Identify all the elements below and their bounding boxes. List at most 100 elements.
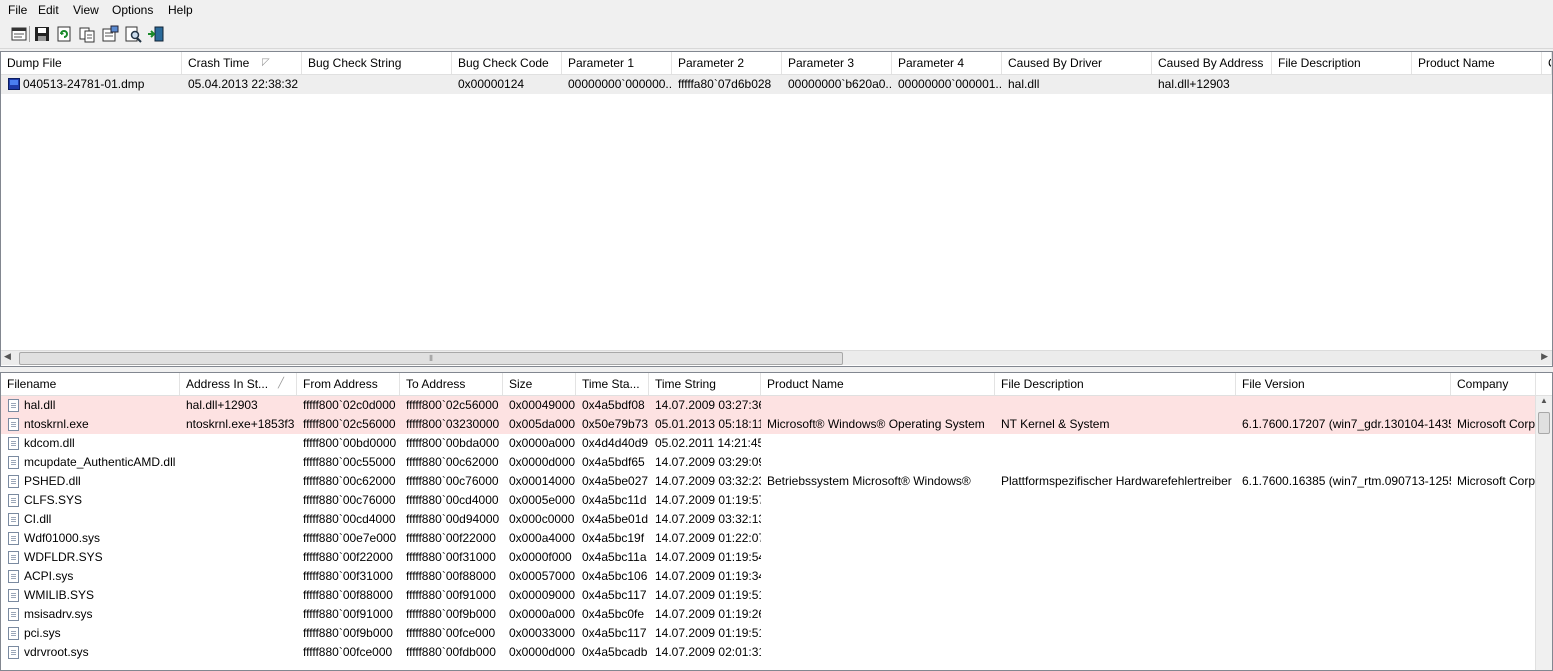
cell-filename: Wdf01000.sys [24,531,101,545]
table-row[interactable]: ntoskrnl.exe ntoskrnl.exe+1853f3 fffff800`… [1,415,1536,434]
vertical-scrollbar[interactable]: ▲ [1535,396,1552,670]
cell-company [1451,567,1536,586]
cell-size: 0x0000f000 [509,550,572,564]
col-company[interactable]: Company [1451,373,1536,395]
exit-icon[interactable] [147,25,165,43]
cell-filename: kdcom.dll [24,436,75,450]
col-bug-check-string[interactable]: Bug Check String [302,52,452,74]
cell-file-description [995,624,1236,643]
col-from-address[interactable]: From Address [297,373,400,395]
cell-time-string: 14.07.2009 01:19:57 [655,493,761,507]
table-row[interactable]: CLFS.SYS fffff880`00c76000 fffff880`00cd40… [1,491,1536,510]
cell-address-in-stack [180,434,297,453]
cell-product-name [761,548,995,567]
cell-filename: hal.dll [24,398,56,412]
cell-company: Microsoft Corp [1457,474,1536,488]
col-parameter-4[interactable]: Parameter 4 [892,52,1002,74]
col-parameter-2[interactable]: Parameter 2 [672,52,782,74]
cell-product-name [761,586,995,605]
table-row[interactable]: WDFLDR.SYS fffff880`00f22000 fffff880`00f3… [1,548,1536,567]
scroll-left-arrow-icon[interactable]: ◀ [4,351,11,362]
cell-parameter-3: 00000000`b620a0... [788,77,892,91]
cell-size: 0x00014000 [509,474,576,488]
find-icon[interactable] [124,25,142,43]
col-parameter-1[interactable]: Parameter 1 [562,52,672,74]
cell-company [1451,624,1536,643]
col-time-stamp[interactable]: Time Sta... [576,373,649,395]
cell-from-address: fffff880`00c76000 [303,493,396,507]
refresh-icon[interactable] [55,25,73,43]
cell-from-address: fffff880`00e7e000 [303,531,397,545]
cell-filename: WDFLDR.SYS [24,550,103,564]
cell-company [1451,453,1536,472]
cell-file-version [1236,510,1451,529]
cell-filename: CLFS.SYS [24,493,83,507]
menu-help[interactable]: Help [168,3,193,17]
toolbar [0,22,1553,49]
menu-view[interactable]: View [73,3,99,17]
module-list-pane: Filename Address In St... ╱ From Address … [0,372,1553,671]
scroll-right-arrow-icon[interactable]: ▶ [1541,351,1548,362]
table-row[interactable]: CI.dll fffff880`00cd4000 fffff880`00d94000… [1,510,1536,529]
table-row[interactable]: Wdf01000.sys fffff880`00e7e000 fffff880`00… [1,529,1536,548]
table-row[interactable]: PSHED.dll fffff880`00c62000 fffff880`00c76… [1,472,1536,491]
menu-file[interactable]: File [8,3,27,17]
col-filename[interactable]: Filename [1,373,180,395]
properties-icon[interactable] [10,25,28,43]
table-row[interactable]: mcupdate_AuthenticAMD.dll fffff880`00c550… [1,453,1536,472]
col-product-name[interactable]: Product Name [761,373,995,395]
cell-filename: pci.sys [24,626,61,640]
cell-file-description [995,529,1236,548]
col-product-name[interactable]: Product Name [1412,52,1542,74]
scroll-thumb[interactable] [1538,412,1550,434]
sort-indicator-icon: ◸ [262,57,270,68]
report-icon[interactable] [101,25,119,43]
crash-list-pane: Dump File Crash Time ◸ Bug Check String B… [0,51,1553,367]
save-icon[interactable] [33,25,51,43]
col-dump-file[interactable]: Dump File [1,52,182,74]
table-row[interactable]: pci.sys fffff880`00f9b000 fffff880`00fce00… [1,624,1536,643]
cell-address-in-stack [180,643,297,662]
cell-to-address: fffff880`00f91000 [406,588,496,602]
table-row[interactable]: vdrvroot.sys fffff880`00fce000 fffff880`00… [1,643,1536,662]
cell-time-string: 14.07.2009 01:19:26 [655,607,761,621]
col-size[interactable]: Size [503,373,576,395]
cell-filename: mcupdate_AuthenticAMD.dll [24,455,176,469]
crash-row[interactable]: 040513-24781-01.dmp 05.04.2013 22:38:32 … [1,75,1552,94]
cell-to-address: fffff880`00f88000 [406,569,496,583]
copy-icon[interactable] [78,25,96,43]
table-row[interactable]: kdcom.dll fffff800`00bd0000 fffff800`00bda… [1,434,1536,453]
horizontal-scrollbar[interactable]: ◀ ⦀ ▶ [1,350,1552,365]
table-row[interactable]: ACPI.sys fffff880`00f31000 fffff880`00f880… [1,567,1536,586]
col-to-address[interactable]: To Address [400,373,503,395]
col-crash-time[interactable]: Crash Time ◸ [182,52,302,74]
table-row[interactable]: WMILIB.SYS fffff880`00f88000 fffff880`00f9… [1,586,1536,605]
col-file-description[interactable]: File Description [995,373,1236,395]
cell-file-description [995,434,1236,453]
cell-product-name: Microsoft® Windows® Operating System [767,417,985,431]
scroll-up-arrow-icon[interactable]: ▲ [1540,396,1548,405]
table-row[interactable]: hal.dll hal.dll+12903 fffff800`02c0d000 fff… [1,396,1536,415]
col-file-version[interactable]: File Version [1236,373,1451,395]
col-address-in-stack[interactable]: Address In St... ╱ [180,373,297,395]
menu-options[interactable]: Options [112,3,153,17]
col-crash-time-label: Crash Time [188,56,250,70]
cell-from-address: fffff880`00c62000 [303,474,396,488]
cell-from-address: fffff800`02c0d000 [303,398,396,412]
col-caused-by-address[interactable]: Caused By Address [1152,52,1272,74]
menu-edit[interactable]: Edit [38,3,59,17]
col-parameter-3[interactable]: Parameter 3 [782,52,892,74]
table-row[interactable]: msisadrv.sys fffff880`00f91000 fffff880`00… [1,605,1536,624]
cell-product-name [761,396,995,415]
scroll-thumb[interactable]: ⦀ [19,352,843,365]
col-bug-check-code[interactable]: Bug Check Code [452,52,562,74]
cell-to-address: fffff880`00fdb000 [406,645,496,659]
col-file-description[interactable]: File Description [1272,52,1412,74]
cell-size: 0x000c0000 [509,512,575,526]
col-time-string[interactable]: Time String [649,373,761,395]
col-caused-by-driver[interactable]: Caused By Driver [1002,52,1152,74]
cell-time-string: 14.07.2009 01:19:34 [655,569,761,583]
col-address-label: Address In St... [186,377,269,391]
cell-from-address: fffff880`00f9b000 [303,626,393,640]
col-truncated[interactable]: C [1542,52,1552,74]
